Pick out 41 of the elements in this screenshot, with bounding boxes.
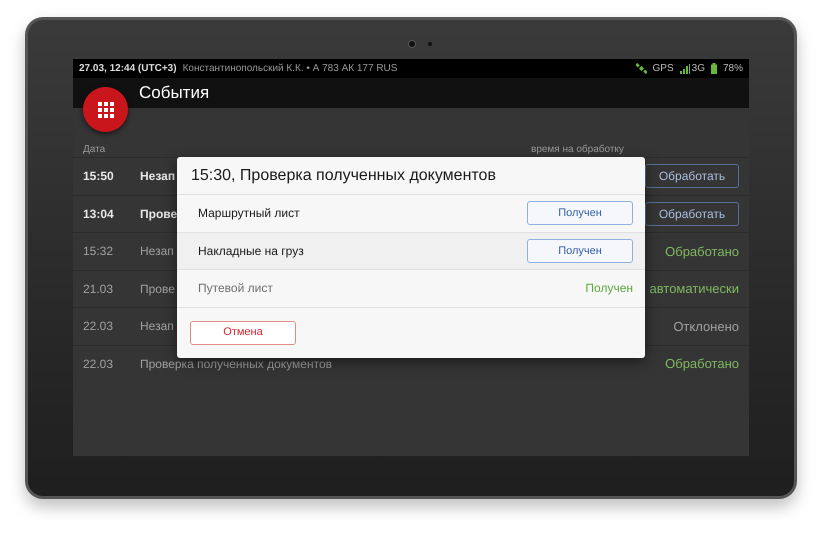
event-date: 22.03 xyxy=(83,356,114,373)
camera-icon xyxy=(408,40,416,48)
process-button[interactable]: Обработать xyxy=(645,164,739,188)
network-text: 3G xyxy=(692,62,705,76)
status-text: автоматически xyxy=(650,280,739,298)
event-title: Незап xyxy=(140,243,174,260)
document-name: Маршрутный лист xyxy=(198,205,300,222)
grid-icon xyxy=(98,102,114,118)
dialog-title: 15:30, Проверка полученных документов xyxy=(191,166,496,186)
cancel-button[interactable]: Отмена xyxy=(190,320,296,344)
event-date: 15:32 xyxy=(83,243,114,260)
event-title: Прове xyxy=(140,280,175,298)
event-title: Проверка полученных документов xyxy=(140,356,332,373)
driver-text: Константинопольский К.К. • А 783 АК 177 RUS xyxy=(182,62,398,76)
app-title: События xyxy=(139,82,210,104)
event-date: 21.03 xyxy=(83,280,114,298)
battery-text: 78% xyxy=(722,62,743,76)
status-text: Отклонено xyxy=(673,318,739,336)
column-header: время на обработку xyxy=(531,142,624,156)
document-name: Путевой лист xyxy=(198,280,273,298)
sensor-icon xyxy=(428,42,432,46)
status-text: Обработано xyxy=(665,242,739,261)
event-date: 22.03 xyxy=(83,318,114,336)
received-button[interactable]: Получен xyxy=(527,201,633,226)
menu-button[interactable] xyxy=(83,87,128,132)
signal-icon xyxy=(680,64,690,74)
column-header: Дата xyxy=(83,142,106,156)
received-button[interactable]: Получен xyxy=(527,238,633,263)
event-title: Прове xyxy=(140,206,178,223)
event-date: 13:04 xyxy=(83,206,115,223)
gps-text: GPS xyxy=(652,62,674,76)
satellite-icon xyxy=(636,63,647,74)
event-date: 15:50 xyxy=(83,168,115,186)
battery-icon xyxy=(710,63,717,74)
received-status: Получен xyxy=(585,280,633,298)
document-name: Накладные на груз xyxy=(198,242,304,260)
event-title: Незап xyxy=(140,318,174,336)
process-button[interactable]: Обработать xyxy=(645,202,739,226)
datetime-text: 27.03, 12:44 (UTC+3) xyxy=(79,62,177,76)
status-text: Обработано xyxy=(665,355,739,373)
event-title: Незап xyxy=(140,168,176,186)
